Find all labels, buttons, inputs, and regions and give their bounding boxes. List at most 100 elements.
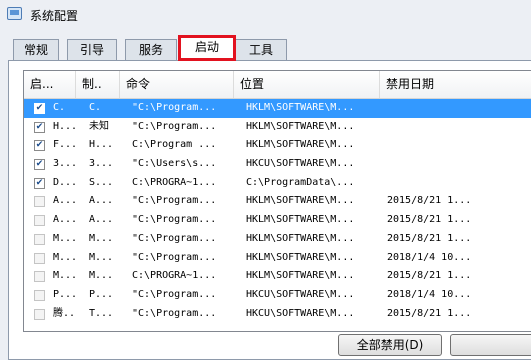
cell-manufacturer: H... <box>89 139 114 151</box>
cell-location: HKCU\SOFTWARE\M... <box>246 288 355 300</box>
cell-location: HKCU\SOFTWARE\M... <box>246 158 355 170</box>
checkbox[interactable] <box>34 271 45 283</box>
checkbox[interactable] <box>34 252 45 264</box>
cell-manufacturer: C. <box>89 102 102 113</box>
column-header-manufacturer[interactable]: 制.. <box>76 71 120 98</box>
checkbox[interactable] <box>34 308 45 320</box>
cell-command: "C:\Program... <box>132 120 217 132</box>
table-row[interactable]: M... M... "C:\Program... HKLM\SOFTWARE\M...… <box>24 230 531 249</box>
cell-disabled-date: 2015/8/21 1... <box>387 232 472 244</box>
cell-location: HKLM\SOFTWARE\M... <box>246 270 355 282</box>
window-title: 系统配置 <box>30 9 79 23</box>
tab-general[interactable]: 常规 <box>13 39 59 60</box>
column-header-startup-item[interactable]: 启... <box>24 71 76 98</box>
checkbox[interactable]: ✔ <box>34 159 45 171</box>
cell-disabled-date <box>387 155 531 174</box>
cell-startup-item: F... <box>53 139 75 151</box>
partial-button[interactable] <box>450 334 531 356</box>
table-row[interactable]: M... M... C:\PROGRA~1... HKLM\SOFTWARE\M...… <box>24 267 531 286</box>
cell-manufacturer: S... <box>89 176 114 188</box>
system-config-icon <box>7 7 22 20</box>
cell-disabled-date <box>387 99 531 118</box>
cell-disabled-date <box>387 118 531 137</box>
checkmark-icon: ✔ <box>35 103 44 113</box>
checkmark-icon: ✔ <box>35 121 44 132</box>
checkbox[interactable]: ✔ <box>34 121 45 133</box>
cell-manufacturer: M... <box>89 270 114 282</box>
cell-manufacturer: 3... <box>89 158 114 170</box>
cell-command: "C:\Program... <box>132 195 217 207</box>
cell-location: HKLM\SOFTWARE\M... <box>246 251 355 263</box>
list-rows: ✔ C. C. "C:\Program... HKLM\SOFTWARE\M... ✔ H.… <box>24 99 531 323</box>
table-row[interactable]: ✔ C. C. "C:\Program... HKLM\SOFTWARE\M... <box>24 99 531 118</box>
checkbox[interactable] <box>34 289 45 301</box>
cell-command: "C:\Users\s... <box>132 158 217 170</box>
cell-manufacturer: 未知 <box>89 120 109 132</box>
cell-location: HKLM\SOFTWARE\M... <box>246 214 355 226</box>
cell-command: "C:\Program... <box>132 232 217 244</box>
cell-disabled-date: 2015/8/21 1... <box>387 270 472 282</box>
cell-manufacturer: P... <box>89 288 114 300</box>
cell-manufacturer: T... <box>89 307 114 319</box>
tab-services[interactable]: 服务 <box>125 39 177 60</box>
cell-startup-item: P... <box>53 288 75 300</box>
table-row[interactable]: ✔ F... H... C:\Program ... HKLM\SOFTWARE\M..… <box>24 136 531 155</box>
startup-tab-highlight-box <box>178 35 236 61</box>
cell-location: HKLM\SOFTWARE\M... <box>246 232 355 244</box>
table-row[interactable]: A... A... "C:\Program... HKLM\SOFTWARE\M...… <box>24 211 531 230</box>
table-row[interactable]: ✔ H... 未知 "C:\Program... HKLM\SOFTWARE\M... <box>24 118 531 137</box>
cell-command: "C:\Program... <box>132 214 217 226</box>
cell-command: C:\PROGRA~1... <box>132 270 217 282</box>
cell-location: C:\ProgramData\... <box>246 176 355 188</box>
tab-tools[interactable]: 工具 <box>235 39 287 60</box>
title-bar: 系统配置 <box>0 0 531 30</box>
cell-startup-item: 腾... <box>53 307 75 319</box>
cell-command: "C:\Program... <box>132 288 217 300</box>
cell-disabled-date: 2015/8/21 1... <box>387 214 472 226</box>
cell-disabled-date: 2015/8/21 1... <box>387 307 472 319</box>
table-row[interactable]: M... M... "C:\Program... HKLM\SOFTWARE\M...… <box>24 249 531 268</box>
table-row[interactable]: 腾... T... "C:\Program... HKCU\SOFTWARE\M...… <box>24 305 531 324</box>
cell-disabled-date: 2015/8/21 1... <box>387 195 472 207</box>
column-header-location[interactable]: 位置 <box>234 71 380 98</box>
cell-location: HKLM\SOFTWARE\M... <box>246 120 355 132</box>
list-header: 启... 制.. 命令 位置 禁用日期 <box>24 71 531 99</box>
cell-disabled-date <box>387 136 531 155</box>
table-row[interactable]: A... A... "C:\Program... HKLM\SOFTWARE\M...… <box>24 192 531 211</box>
cell-manufacturer: M... <box>89 251 114 263</box>
table-row[interactable]: ✔ D... S... C:\PROGRA~1... C:\ProgramData\..… <box>24 174 531 193</box>
cell-startup-item: M... <box>53 232 75 244</box>
cell-startup-item: M... <box>53 270 75 282</box>
checkbox[interactable] <box>34 196 45 208</box>
cell-disabled-date: 2018/1/4 10... <box>387 288 472 300</box>
cell-command: "C:\Program... <box>132 102 217 113</box>
cell-manufacturer: A... <box>89 195 114 207</box>
checkbox[interactable] <box>34 233 45 245</box>
cell-startup-item: C. <box>53 102 66 113</box>
checkmark-icon: ✔ <box>35 177 44 188</box>
cell-startup-item: A... <box>53 214 75 226</box>
cell-disabled-date <box>387 174 531 193</box>
column-header-command[interactable]: 命令 <box>120 71 234 98</box>
checkbox[interactable]: ✔ <box>34 103 45 114</box>
table-row[interactable]: ✔ 3... 3... "C:\Users\s... HKCU\SOFTWARE\M..… <box>24 155 531 174</box>
checkbox[interactable]: ✔ <box>34 177 45 189</box>
cell-command: C:\PROGRA~1... <box>132 176 217 188</box>
cell-command: "C:\Program... <box>132 251 217 263</box>
startup-items-list[interactable]: 启... 制.. 命令 位置 禁用日期 ✔ C. C. "C:\Program... H… <box>23 70 531 332</box>
cell-disabled-date: 2018/1/4 10... <box>387 251 472 263</box>
disable-all-button[interactable]: 全部禁用(D) <box>338 334 442 356</box>
checkbox[interactable]: ✔ <box>34 140 45 152</box>
checkmark-icon: ✔ <box>35 159 44 170</box>
cell-startup-item: H... <box>53 120 75 132</box>
cell-startup-item: D... <box>53 176 75 188</box>
cell-location: HKLM\SOFTWARE\M... <box>246 139 355 151</box>
checkmark-icon: ✔ <box>35 140 44 151</box>
cell-location: HKLM\SOFTWARE\M... <box>246 102 355 113</box>
checkbox[interactable] <box>34 215 45 227</box>
column-header-disabled-date[interactable]: 禁用日期 <box>380 71 531 98</box>
cell-startup-item: M... <box>53 251 75 263</box>
cell-location: HKLM\SOFTWARE\M... <box>246 195 355 207</box>
tab-boot[interactable]: 引导 <box>67 39 117 60</box>
table-row[interactable]: P... P... "C:\Program... HKCU\SOFTWARE\M...… <box>24 286 531 305</box>
